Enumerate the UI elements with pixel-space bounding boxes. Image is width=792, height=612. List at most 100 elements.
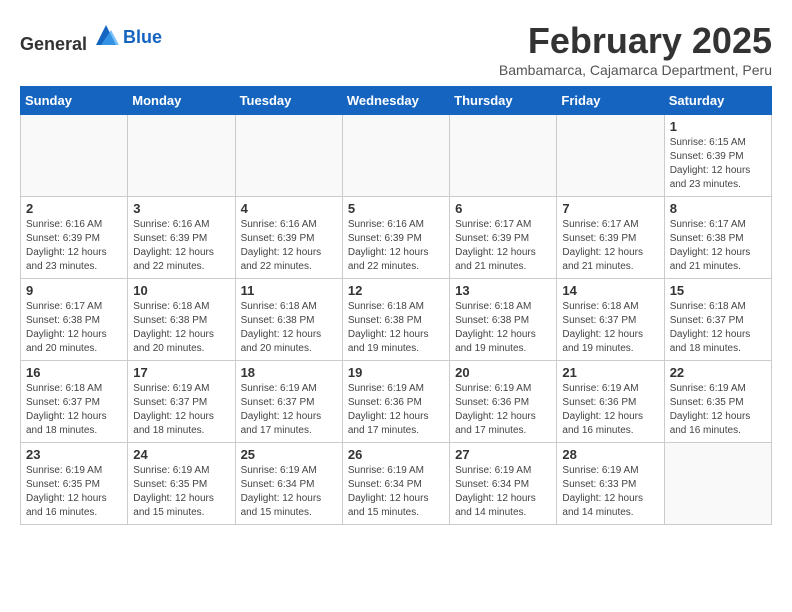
day-number: 16 [26, 365, 122, 380]
weekday-header-tuesday: Tuesday [235, 87, 342, 115]
day-number: 13 [455, 283, 551, 298]
day-number: 10 [133, 283, 229, 298]
day-info: Sunrise: 6:19 AM Sunset: 6:34 PM Dayligh… [455, 464, 551, 520]
day-info: Sunrise: 6:19 AM Sunset: 6:34 PM Dayligh… [348, 464, 444, 520]
day-number: 1 [670, 119, 766, 134]
calendar-day-cell [21, 115, 128, 197]
calendar-day-cell: 18 Sunrise: 6:19 AM Sunset: 6:37 PM Dayli… [235, 361, 342, 443]
weekday-header-saturday: Saturday [664, 87, 771, 115]
day-info: Sunrise: 6:19 AM Sunset: 6:37 PM Dayligh… [241, 382, 337, 438]
calendar-table: SundayMondayTuesdayWednesdayThursdayFrid… [20, 86, 772, 525]
day-info: Sunrise: 6:18 AM Sunset: 6:38 PM Dayligh… [133, 300, 229, 356]
calendar-day-cell: 12Sunrise: 6:18 AM Sunset: 6:38 PM Dayli… [342, 279, 449, 361]
day-number: 3 [133, 201, 229, 216]
calendar-day-cell: 20Sunrise: 6:19 AM Sunset: 6:36 PM Dayli… [450, 361, 557, 443]
day-info: Sunrise: 6:19 AM Sunset: 6:35 PM Dayligh… [26, 464, 122, 520]
title-area: February 2025 Bambamarca, Cajamarca Depa… [499, 20, 772, 78]
calendar-day-cell [664, 443, 771, 525]
calendar-day-cell: 9 Sunrise: 6:17 AM Sunset: 6:38 PM Daylig… [21, 279, 128, 361]
logo: General Blue [20, 20, 162, 55]
day-info: Sunrise: 6:19 AM Sunset: 6:33 PM Dayligh… [562, 464, 658, 520]
day-info: Sunrise: 6:19 AM Sunset: 6:36 PM Dayligh… [562, 382, 658, 438]
calendar-day-cell: 28Sunrise: 6:19 AM Sunset: 6:33 PM Dayli… [557, 443, 664, 525]
day-info: Sunrise: 6:17 AM Sunset: 6:38 PM Dayligh… [26, 300, 122, 356]
calendar-day-cell: 2 Sunrise: 6:16 AM Sunset: 6:39 PM Daylig… [21, 197, 128, 279]
day-number: 18 [241, 365, 337, 380]
day-info: Sunrise: 6:15 AM Sunset: 6:39 PM Dayligh… [670, 136, 766, 192]
day-number: 17 [133, 365, 229, 380]
day-number: 4 [241, 201, 337, 216]
calendar-day-cell: 6Sunrise: 6:17 AM Sunset: 6:39 PM Daylig… [450, 197, 557, 279]
calendar-day-cell: 1 Sunrise: 6:15 AM Sunset: 6:39 PM Daylig… [664, 115, 771, 197]
day-number: 23 [26, 447, 122, 462]
day-number: 9 [26, 283, 122, 298]
calendar-day-cell [342, 115, 449, 197]
day-number: 15 [670, 283, 766, 298]
calendar-day-cell: 11 Sunrise: 6:18 AM Sunset: 6:38 PM Dayli… [235, 279, 342, 361]
day-info: Sunrise: 6:17 AM Sunset: 6:39 PM Dayligh… [455, 218, 551, 274]
day-number: 25 [241, 447, 337, 462]
day-number: 22 [670, 365, 766, 380]
calendar-day-cell: 7Sunrise: 6:17 AM Sunset: 6:39 PM Daylig… [557, 197, 664, 279]
calendar-day-cell [557, 115, 664, 197]
calendar-day-cell: 22 Sunrise: 6:19 AM Sunset: 6:35 PM Dayli… [664, 361, 771, 443]
day-info: Sunrise: 6:18 AM Sunset: 6:38 PM Dayligh… [455, 300, 551, 356]
logo-general: General [20, 34, 87, 54]
day-number: 11 [241, 283, 337, 298]
day-info: Sunrise: 6:16 AM Sunset: 6:39 PM Dayligh… [26, 218, 122, 274]
calendar-day-cell: 13 Sunrise: 6:18 AM Sunset: 6:38 PM Dayli… [450, 279, 557, 361]
day-info: Sunrise: 6:19 AM Sunset: 6:34 PM Dayligh… [241, 464, 337, 520]
day-number: 26 [348, 447, 444, 462]
logo-blue: Blue [123, 27, 162, 48]
day-info: Sunrise: 6:19 AM Sunset: 6:36 PM Dayligh… [348, 382, 444, 438]
calendar-week-row: 9 Sunrise: 6:17 AM Sunset: 6:38 PM Daylig… [21, 279, 772, 361]
weekday-header-friday: Friday [557, 87, 664, 115]
day-info: Sunrise: 6:19 AM Sunset: 6:35 PM Dayligh… [670, 382, 766, 438]
calendar-day-cell: 8 Sunrise: 6:17 AM Sunset: 6:38 PM Daylig… [664, 197, 771, 279]
calendar-day-cell: 5Sunrise: 6:16 AM Sunset: 6:39 PM Daylig… [342, 197, 449, 279]
calendar-day-cell: 4 Sunrise: 6:16 AM Sunset: 6:39 PM Daylig… [235, 197, 342, 279]
location-subtitle: Bambamarca, Cajamarca Department, Peru [499, 62, 772, 78]
day-info: Sunrise: 6:17 AM Sunset: 6:38 PM Dayligh… [670, 218, 766, 274]
calendar-day-cell: 25 Sunrise: 6:19 AM Sunset: 6:34 PM Dayli… [235, 443, 342, 525]
day-info: Sunrise: 6:19 AM Sunset: 6:35 PM Dayligh… [133, 464, 229, 520]
calendar-week-row: 2 Sunrise: 6:16 AM Sunset: 6:39 PM Daylig… [21, 197, 772, 279]
day-info: Sunrise: 6:19 AM Sunset: 6:36 PM Dayligh… [455, 382, 551, 438]
calendar-day-cell: 16 Sunrise: 6:18 AM Sunset: 6:37 PM Dayli… [21, 361, 128, 443]
day-info: Sunrise: 6:18 AM Sunset: 6:37 PM Dayligh… [670, 300, 766, 356]
calendar-week-row: 1 Sunrise: 6:15 AM Sunset: 6:39 PM Daylig… [21, 115, 772, 197]
month-title: February 2025 [499, 20, 772, 62]
logo-icon [91, 20, 121, 50]
day-info: Sunrise: 6:19 AM Sunset: 6:37 PM Dayligh… [133, 382, 229, 438]
day-info: Sunrise: 6:18 AM Sunset: 6:37 PM Dayligh… [26, 382, 122, 438]
weekday-header-monday: Monday [128, 87, 235, 115]
weekday-header-row: SundayMondayTuesdayWednesdayThursdayFrid… [21, 87, 772, 115]
weekday-header-sunday: Sunday [21, 87, 128, 115]
day-number: 2 [26, 201, 122, 216]
day-info: Sunrise: 6:18 AM Sunset: 6:38 PM Dayligh… [348, 300, 444, 356]
calendar-day-cell [235, 115, 342, 197]
calendar-day-cell: 23 Sunrise: 6:19 AM Sunset: 6:35 PM Dayli… [21, 443, 128, 525]
weekday-header-wednesday: Wednesday [342, 87, 449, 115]
calendar-day-cell: 27 Sunrise: 6:19 AM Sunset: 6:34 PM Dayli… [450, 443, 557, 525]
page-header: General Blue February 2025 Bambamarca, C… [20, 20, 772, 78]
calendar-week-row: 16 Sunrise: 6:18 AM Sunset: 6:37 PM Dayli… [21, 361, 772, 443]
calendar-day-cell: 24 Sunrise: 6:19 AM Sunset: 6:35 PM Dayli… [128, 443, 235, 525]
day-number: 24 [133, 447, 229, 462]
day-number: 19 [348, 365, 444, 380]
day-info: Sunrise: 6:17 AM Sunset: 6:39 PM Dayligh… [562, 218, 658, 274]
calendar-day-cell: 15 Sunrise: 6:18 AM Sunset: 6:37 PM Dayli… [664, 279, 771, 361]
calendar-day-cell: 21Sunrise: 6:19 AM Sunset: 6:36 PM Dayli… [557, 361, 664, 443]
calendar-day-cell: 3 Sunrise: 6:16 AM Sunset: 6:39 PM Daylig… [128, 197, 235, 279]
day-number: 14 [562, 283, 658, 298]
day-info: Sunrise: 6:16 AM Sunset: 6:39 PM Dayligh… [133, 218, 229, 274]
calendar-day-cell: 10 Sunrise: 6:18 AM Sunset: 6:38 PM Dayli… [128, 279, 235, 361]
calendar-day-cell [128, 115, 235, 197]
day-number: 8 [670, 201, 766, 216]
calendar-day-cell: 17 Sunrise: 6:19 AM Sunset: 6:37 PM Dayli… [128, 361, 235, 443]
day-info: Sunrise: 6:18 AM Sunset: 6:38 PM Dayligh… [241, 300, 337, 356]
calendar-day-cell: 19 Sunrise: 6:19 AM Sunset: 6:36 PM Dayli… [342, 361, 449, 443]
calendar-day-cell: 26 Sunrise: 6:19 AM Sunset: 6:34 PM Dayli… [342, 443, 449, 525]
day-info: Sunrise: 6:16 AM Sunset: 6:39 PM Dayligh… [241, 218, 337, 274]
day-number: 27 [455, 447, 551, 462]
